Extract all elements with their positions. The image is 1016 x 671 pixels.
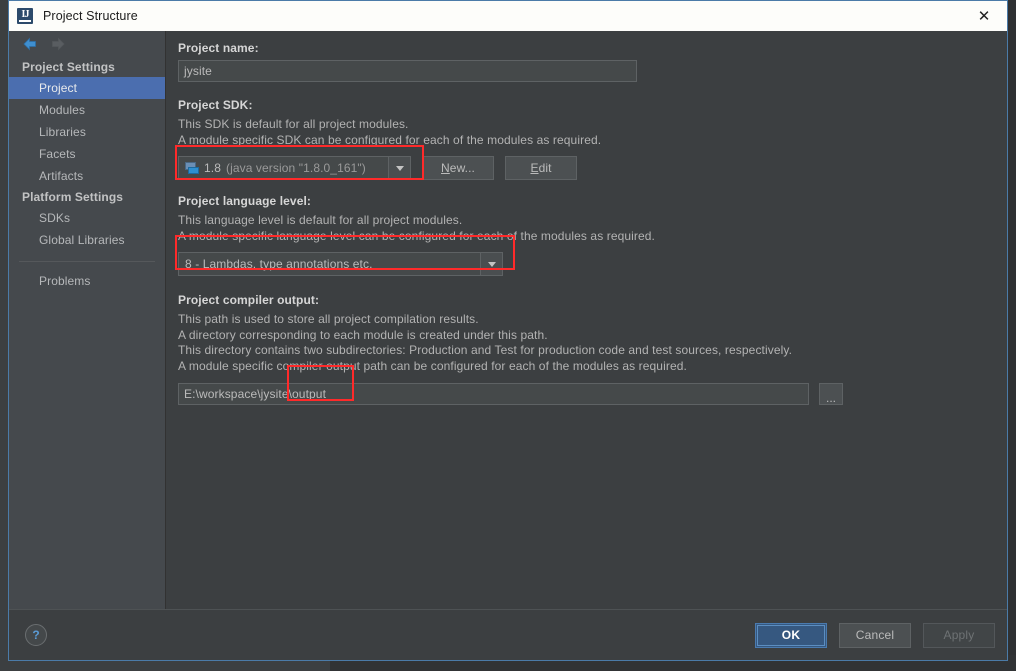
new-sdk-button[interactable]: New... — [422, 156, 494, 180]
apply-button: Apply — [923, 622, 995, 648]
compiler-output-desc-3: This directory contains two subdirectori… — [178, 343, 793, 357]
java-sdk-icon — [185, 161, 199, 175]
ellipsis-icon[interactable]: ... — [819, 383, 843, 405]
project-sdk-label: Project SDK: — [178, 98, 253, 112]
help-question-icon[interactable]: ? — [25, 624, 47, 646]
project-sdk-combo[interactable]: 1.8 (java version "1.8.0_161") — [178, 156, 411, 180]
sidebar-item-project[interactable]: Project — [9, 77, 165, 99]
arrow-left-icon[interactable] — [22, 36, 38, 52]
compiler-output-desc-2: A directory corresponding to each module… — [178, 327, 548, 342]
edit-sdk-button[interactable]: Edit — [505, 156, 577, 180]
project-sdk-detail: (java version "1.8.0_161") — [225, 161, 366, 175]
language-level-desc-2: A module specific language level can be … — [178, 228, 655, 243]
dialog-footer: ? OK Cancel Apply — [9, 609, 1007, 660]
project-name-input[interactable]: jysite — [178, 60, 637, 82]
project-name-label: Project name: — [178, 41, 259, 55]
chevron-down-icon[interactable] — [388, 157, 410, 179]
project-sdk-desc-1: This SDK is default for all project modu… — [178, 117, 409, 131]
sidebar-group-platform-settings: Platform Settings — [22, 190, 124, 204]
sidebar-item-artifacts[interactable]: Artifacts — [9, 165, 165, 187]
compiler-output-desc-1: This path is used to store all project c… — [178, 312, 479, 326]
language-level-combo[interactable]: 8 - Lambdas, type annotations etc. — [178, 252, 503, 276]
chevron-down-icon[interactable] — [480, 253, 502, 275]
sidebar-item-modules[interactable]: Modules — [9, 99, 165, 121]
language-level-label: Project language level: — [178, 194, 312, 208]
sidebar-divider — [19, 261, 155, 262]
sidebar-nav-arrows — [9, 31, 165, 57]
sidebar-item-libraries[interactable]: Libraries — [9, 121, 165, 143]
compiler-output-label: Project compiler output: — [178, 293, 320, 307]
sidebar-group-project-settings: Project Settings — [22, 60, 115, 74]
ok-button[interactable]: OK — [755, 622, 827, 648]
intellij-idea-icon — [17, 8, 33, 24]
dialog-titlebar: Project Structure ✕ — [9, 1, 1007, 31]
cancel-button[interactable]: Cancel — [839, 622, 911, 648]
language-level-value: 8 - Lambdas, type annotations etc. — [185, 257, 373, 271]
compiler-output-desc-4: A module specific compiler output path c… — [178, 358, 687, 373]
project-sdk-desc-2: A module specific SDK can be configured … — [178, 132, 602, 147]
sidebar-item-sdks[interactable]: SDKs — [9, 207, 165, 229]
arrow-right-icon — [52, 37, 65, 51]
dialog-title: Project Structure — [43, 9, 138, 23]
compiler-output-path-input[interactable]: E:\workspace\jysite\output — [178, 383, 809, 405]
settings-sidebar: Project Settings Project Modules Librari… — [9, 31, 166, 609]
sidebar-item-global-libraries[interactable]: Global Libraries — [9, 229, 165, 251]
language-level-desc-1: This language level is default for all p… — [178, 213, 463, 227]
sidebar-item-problems[interactable]: Problems — [9, 270, 165, 292]
sidebar-item-facets[interactable]: Facets — [9, 143, 165, 165]
dialog-body: Project Settings Project Modules Librari… — [9, 31, 1007, 609]
project-sdk-version: 1.8 — [204, 161, 221, 175]
project-settings-panel: Project name: jysite Project SDK: This S… — [166, 31, 1007, 609]
project-sdk-combo-value: 1.8 (java version "1.8.0_161") — [179, 161, 388, 175]
project-structure-dialog: Project Structure ✕ Project Settings Pro… — [8, 0, 1008, 661]
close-icon[interactable]: ✕ — [961, 1, 1007, 31]
